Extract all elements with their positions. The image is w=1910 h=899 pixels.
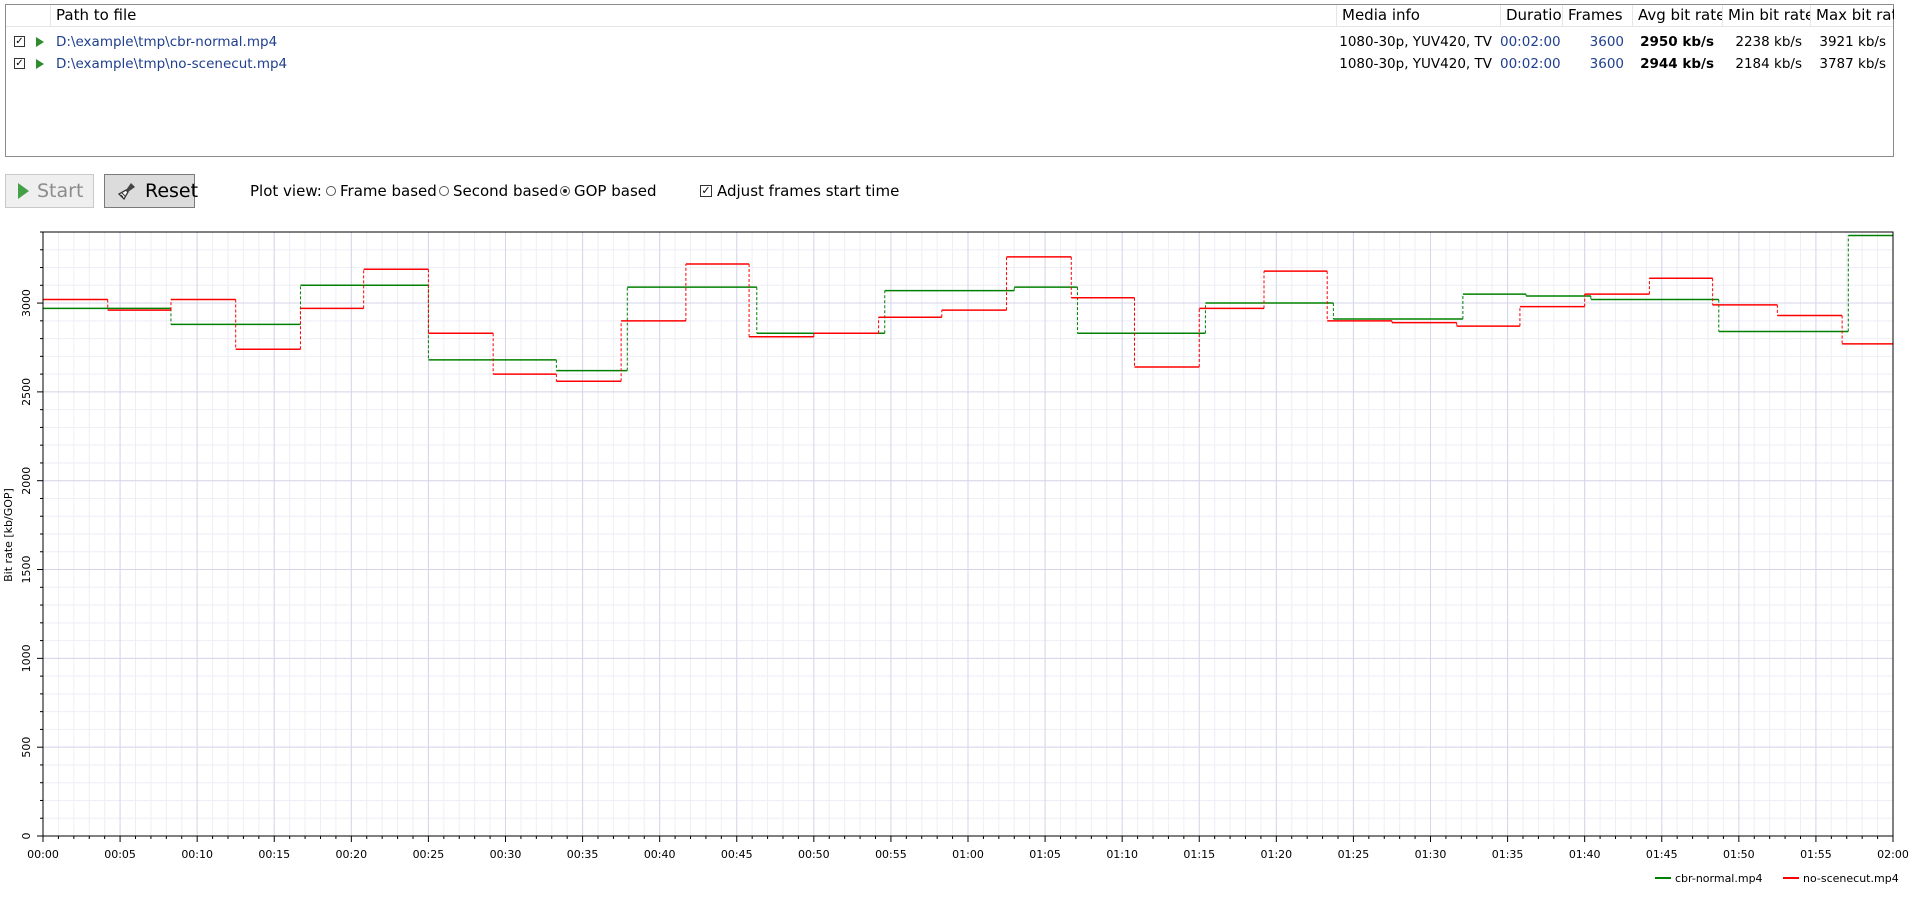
- play-icon[interactable]: [36, 37, 44, 47]
- y-tick-label: 2500: [20, 378, 33, 406]
- x-tick-label: 00:20: [335, 848, 367, 861]
- broom-icon: [117, 181, 137, 201]
- header-frames[interactable]: Frames: [1562, 5, 1632, 26]
- header-select-column[interactable]: [6, 5, 50, 26]
- header-avg-bit-rate[interactable]: Avg bit rate: [1632, 5, 1722, 26]
- y-axis-label: Bit rate [kb/GOP]: [2, 488, 15, 582]
- x-tick-label: 00:30: [490, 848, 522, 861]
- y-tick-label: 1000: [20, 644, 33, 672]
- reset-button[interactable]: Reset: [104, 174, 199, 208]
- max-bit-rate: 3921 kb/s: [1819, 34, 1886, 50]
- legend: cbr-normal.mp4 no-scenecut.mp4: [1655, 872, 1899, 885]
- x-tick-label: 01:05: [1029, 848, 1061, 861]
- y-tick-label: 2000: [20, 467, 33, 495]
- x-tick-label: 01:25: [1338, 848, 1370, 861]
- x-tick-label: 01:50: [1723, 848, 1755, 861]
- reset-button-label: Reset: [145, 180, 199, 202]
- x-tick-label: 00:15: [258, 848, 290, 861]
- max-bit-rate: 3787 kb/s: [1819, 56, 1886, 72]
- radio-frame-based-label: Frame based: [340, 182, 437, 200]
- header-max-bit-rate[interactable]: Max bit rate: [1810, 5, 1894, 26]
- radio-selected-icon[interactable]: [560, 186, 570, 196]
- avg-bit-rate: 2944 kb/s: [1640, 56, 1714, 72]
- file-list-header: Path to file Media info Duration Frames …: [6, 5, 1894, 27]
- frames: 3600: [1589, 34, 1624, 50]
- min-bit-rate: 2184 kb/s: [1735, 56, 1802, 72]
- x-tick-label: 00:10: [181, 848, 213, 861]
- play-icon: [18, 183, 29, 199]
- x-tick-label: 00:00: [27, 848, 59, 861]
- radio-gop-based-label: GOP based: [574, 182, 657, 200]
- file-row-checkbox[interactable]: ✓: [14, 58, 25, 69]
- x-tick-label: 01:30: [1415, 848, 1447, 861]
- legend-item-label: cbr-normal.mp4: [1675, 872, 1763, 885]
- min-bit-rate: 2238 kb/s: [1735, 34, 1802, 50]
- x-tick-label: 01:55: [1800, 848, 1832, 861]
- frames: 3600: [1589, 56, 1624, 72]
- radio-second-based[interactable]: Second based: [439, 182, 558, 200]
- header-path[interactable]: Path to file: [50, 5, 1336, 26]
- avg-bit-rate: 2950 kb/s: [1640, 34, 1714, 50]
- axes: 00:00 00:05 00:10 00:15 00:20 00:25 00:30 00:35…: [20, 231, 1909, 861]
- y-tick-label: 0: [20, 833, 33, 840]
- radio-frame-based[interactable]: Frame based: [326, 182, 437, 200]
- header-min-bit-rate[interactable]: Min bit rate: [1722, 5, 1810, 26]
- media-info: 1080-30p, YUV420, TV: [1339, 56, 1492, 72]
- x-tick-label: 01:40: [1569, 848, 1601, 861]
- radio-icon[interactable]: [439, 186, 449, 196]
- duration: 00:02:00: [1500, 56, 1561, 72]
- x-tick-label: 00:40: [644, 848, 676, 861]
- play-icon[interactable]: [36, 59, 44, 69]
- x-tick-label: 01:10: [1106, 848, 1138, 861]
- radio-second-based-label: Second based: [453, 182, 559, 200]
- x-tick-label: 00:35: [567, 848, 599, 861]
- checkbox-checked-icon[interactable]: ✓: [700, 185, 712, 197]
- y-tick-label: 3000: [20, 289, 33, 317]
- x-tick-label: 02:00: [1877, 848, 1909, 861]
- legend-item-label: no-scenecut.mp4: [1803, 872, 1899, 885]
- x-tick-label: 00:50: [798, 848, 830, 861]
- duration: 00:02:00: [1500, 34, 1561, 50]
- x-tick-label: 01:00: [952, 848, 984, 861]
- x-tick-label: 00:25: [413, 848, 445, 861]
- x-tick-label: 01:15: [1183, 848, 1215, 861]
- radio-icon[interactable]: [326, 186, 336, 196]
- radio-gop-based[interactable]: GOP based: [560, 182, 657, 200]
- file-row[interactable]: ✓ D:\example\tmp\no-scenecut.mp4 1080-30…: [6, 54, 1893, 75]
- x-tick-label: 01:20: [1260, 848, 1292, 861]
- media-info: 1080-30p, YUV420, TV: [1339, 34, 1492, 50]
- x-tick-label: 01:35: [1492, 848, 1524, 861]
- adjust-frames-label: Adjust frames start time: [717, 182, 900, 200]
- x-tick-label: 01:45: [1646, 848, 1678, 861]
- x-tick-label: 00:05: [104, 848, 136, 861]
- adjust-frames-checkbox[interactable]: ✓ Adjust frames start time: [700, 182, 899, 200]
- bitrate-chart[interactable]: 00:00 00:05 00:10 00:15 00:20 00:25 00:30 00:35…: [0, 228, 1910, 899]
- y-tick-label: 500: [20, 737, 33, 758]
- file-path: D:\example\tmp\no-scenecut.mp4: [56, 56, 288, 72]
- header-media-info[interactable]: Media info: [1336, 5, 1500, 26]
- start-button[interactable]: Start: [5, 174, 94, 208]
- plot-view-label: Plot view:: [250, 182, 322, 200]
- file-row-checkbox[interactable]: ✓: [14, 36, 25, 47]
- y-tick-label: 1500: [20, 556, 33, 584]
- x-tick-label: 00:45: [721, 848, 753, 861]
- header-duration[interactable]: Duration: [1500, 5, 1562, 26]
- file-row[interactable]: ✓ D:\example\tmp\cbr-normal.mp4 1080-30p…: [6, 32, 1893, 53]
- file-path: D:\example\tmp\cbr-normal.mp4: [56, 34, 278, 50]
- start-button-label: Start: [37, 180, 84, 202]
- x-tick-label: 00:55: [875, 848, 907, 861]
- file-list[interactable]: Path to file Media info Duration Frames …: [5, 4, 1894, 157]
